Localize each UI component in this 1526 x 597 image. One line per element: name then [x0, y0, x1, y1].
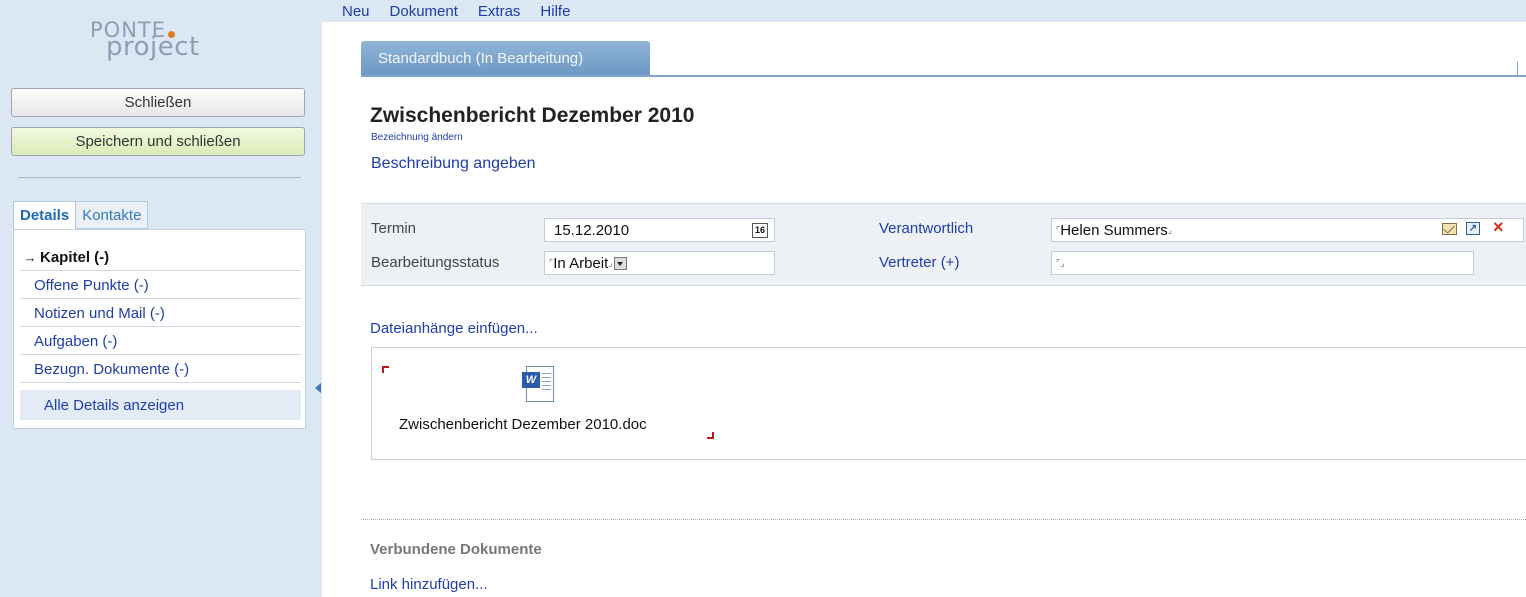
- termin-field[interactable]: 15.12.2010 16: [544, 218, 775, 242]
- add-link-button[interactable]: Link hinzufügen...: [370, 576, 488, 593]
- insert-attachments-link[interactable]: Dateianhänge einfügen...: [370, 320, 538, 337]
- tab-details[interactable]: Details: [13, 201, 77, 229]
- sidebar-item-offene-punkte[interactable]: Offene Punkte (-): [20, 272, 301, 299]
- mail-icon[interactable]: [1442, 223, 1457, 235]
- sidebar-item-bezugn-dokumente[interactable]: Bezugn. Dokumente (-): [20, 356, 301, 383]
- menu-extras[interactable]: Extras: [478, 3, 521, 20]
- sidebar: PONTE project Schließen Speichern und sc…: [0, 0, 322, 597]
- attachment-end-marker: [707, 432, 714, 439]
- attachment-file-name[interactable]: Zwischenbericht Dezember 2010.doc: [399, 416, 647, 433]
- dropdown-arrow-icon[interactable]: [614, 256, 628, 270]
- sidebar-divider: [18, 177, 301, 178]
- deputy-field[interactable]: ⌜ ⌟: [1051, 251, 1474, 275]
- delete-icon[interactable]: ×: [1493, 217, 1504, 238]
- tab-contacts[interactable]: Kontakte: [76, 201, 149, 229]
- menu-hilfe[interactable]: Hilfe: [540, 3, 570, 20]
- attachments-area[interactable]: W Zwischenbericht Dezember 2010.doc: [371, 347, 1526, 460]
- menu-dokument[interactable]: Dokument: [390, 3, 458, 20]
- tab-underline: [361, 75, 1526, 77]
- main-content: Standardbuch (In Bearbeitung) Zwischenbe…: [322, 22, 1526, 597]
- sidebar-item-aufgaben[interactable]: Aufgaben (-): [20, 328, 301, 355]
- status-label: Bearbeitungsstatus: [371, 254, 500, 271]
- details-panel: → Kapitel (-) Offene Punkte (-) Notizen …: [13, 229, 306, 429]
- calendar-icon[interactable]: 16: [752, 223, 768, 238]
- status-value: In Arbeit: [553, 254, 609, 272]
- field-end-marker: ⌟: [608, 257, 613, 268]
- menu-neu[interactable]: Neu: [342, 3, 370, 20]
- rename-link[interactable]: Bezeichnung ändern: [371, 132, 463, 143]
- close-button[interactable]: Schließen: [11, 88, 305, 117]
- menu-bar: Neu Dokument Extras Hilfe: [322, 0, 1526, 22]
- arrow-right-icon: →: [23, 249, 37, 265]
- tab-border-right: [1517, 62, 1518, 77]
- sidebar-tabs: Details Kontakte: [13, 201, 149, 229]
- tab-standardbuch[interactable]: Standardbuch (In Bearbeitung): [361, 41, 650, 76]
- properties-panel: Termin 15.12.2010 16 Bearbeitungsstatus …: [361, 203, 1526, 286]
- show-all-details-link[interactable]: Alle Details anzeigen: [20, 390, 301, 420]
- responsible-link[interactable]: Verantwortlich: [879, 220, 973, 237]
- field-end-marker: ⌟: [1167, 224, 1172, 235]
- field-end-marker: ⌟: [1060, 257, 1065, 268]
- sidebar-item-kapitel[interactable]: → Kapitel (-): [20, 244, 301, 271]
- section-divider: [361, 519, 1526, 520]
- status-select[interactable]: ⌜ In Arbeit ⌟: [544, 251, 775, 275]
- logo-text-project: project: [106, 32, 200, 62]
- linked-documents-heading: Verbundene Dokumente: [370, 541, 542, 558]
- sidebar-item-notizen[interactable]: Notizen und Mail (-): [20, 300, 301, 327]
- open-external-icon[interactable]: ↗: [1466, 222, 1480, 235]
- termin-value: 15.12.2010: [554, 221, 630, 239]
- deputy-link[interactable]: Vertreter (+): [879, 254, 959, 271]
- attachment-start-marker: [382, 366, 389, 373]
- save-and-close-button[interactable]: Speichern und schließen: [11, 127, 305, 156]
- termin-label: Termin: [371, 220, 417, 237]
- responsible-value: Helen Summers: [1060, 221, 1168, 239]
- collapse-sidebar-icon[interactable]: [315, 383, 321, 393]
- page-title: Zwischenbericht Dezember 2010: [370, 104, 695, 127]
- word-document-icon[interactable]: W: [522, 366, 554, 402]
- sidebar-item-label: Kapitel (-): [40, 248, 110, 266]
- description-link[interactable]: Beschreibung angeben: [371, 155, 536, 173]
- logo: PONTE project: [90, 18, 250, 68]
